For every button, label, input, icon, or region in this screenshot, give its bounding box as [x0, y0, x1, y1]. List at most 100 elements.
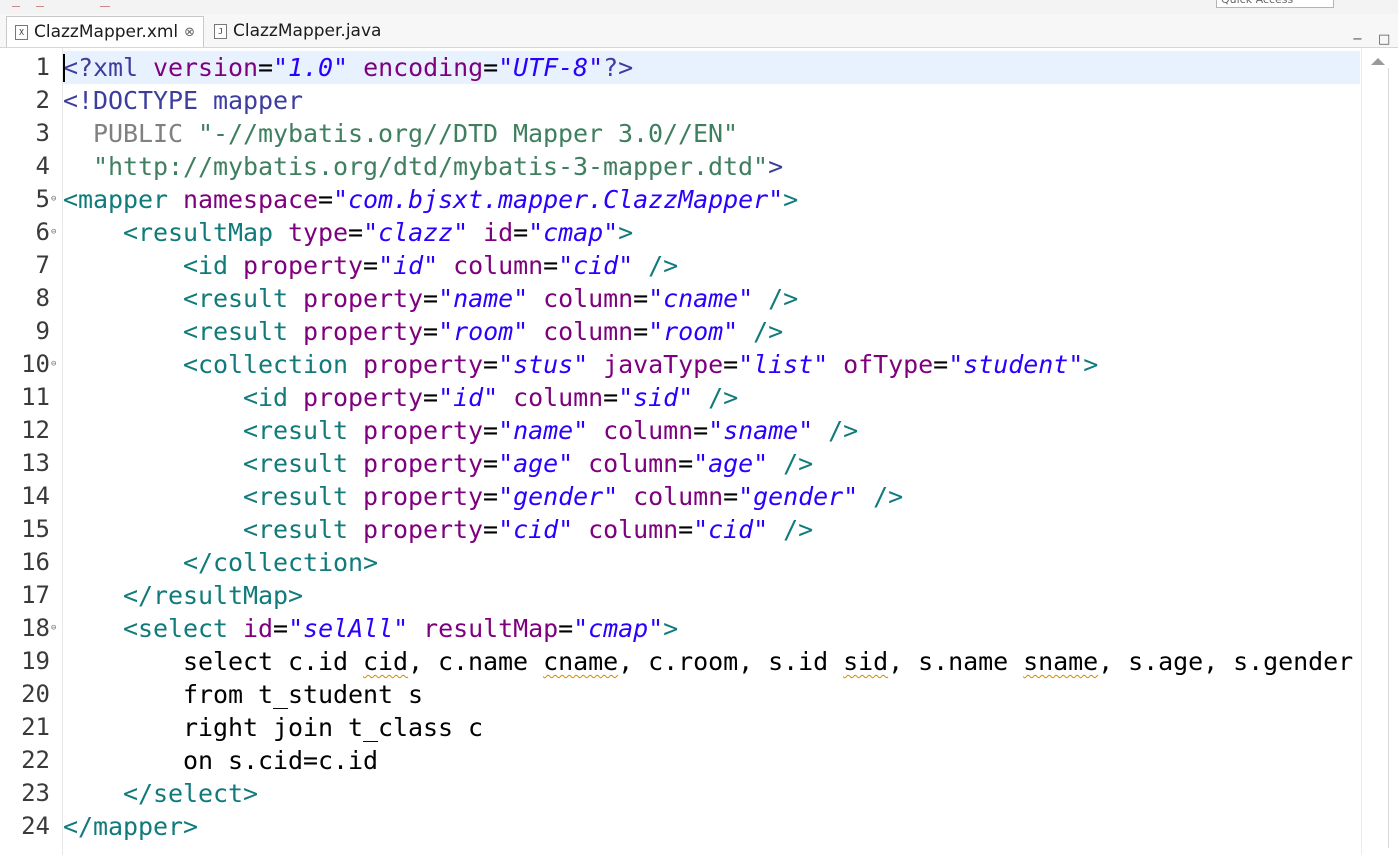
- code-token: <!DOCTYPE: [63, 86, 214, 115]
- code-token: column: [588, 515, 679, 544]
- scrollbar-track[interactable]: [1388, 68, 1389, 848]
- code-line[interactable]: 9 <result property="room" column="room" …: [0, 315, 1360, 348]
- code-line[interactable]: 13 <result property="age" column="age" /…: [0, 447, 1360, 480]
- code-text: "http://mybatis.org/dtd/mybatis-3-mapper…: [63, 150, 783, 183]
- line-number: 1: [35, 53, 50, 81]
- code-line[interactable]: 1 <?xml version="1.0" encoding="UTF-8"?>: [0, 51, 1360, 84]
- code-line[interactable]: 2 <!DOCTYPE mapper: [0, 84, 1360, 117]
- code-line[interactable]: 18 ⊖ <select id="selAll" resultMap="cmap"…: [0, 612, 1360, 645]
- toolbar-icon[interactable]: [100, 0, 110, 7]
- code-line[interactable]: 4 "http://mybatis.org/dtd/mybatis-3-mapp…: [0, 150, 1360, 183]
- code-token: "http://mybatis.org/dtd/mybatis-3-mapper…: [63, 152, 769, 181]
- code-token: >: [618, 218, 634, 247]
- code-line[interactable]: 5 ⊖ <mapper namespace="com.bjsxt.mapper.Cl…: [0, 183, 1360, 216]
- code-line[interactable]: 12 <result property="name" column="sname…: [0, 414, 1360, 447]
- fold-toggle-icon[interactable]: ⊖: [51, 216, 56, 249]
- code-token: =: [318, 185, 334, 214]
- code-line[interactable]: 23 </select>: [0, 777, 1360, 810]
- code-token: type: [288, 218, 349, 247]
- tab-clazzmapper-xml[interactable]: X ClazzMapper.xml ⊗: [6, 16, 204, 47]
- close-icon[interactable]: ⊗: [184, 25, 195, 40]
- code-line[interactable]: 22 on s.cid=c.id: [0, 744, 1360, 777]
- code-token: "id": [438, 383, 499, 412]
- code-line[interactable]: 21 right join t_class c: [0, 711, 1360, 744]
- code-text: <result property="cid" column="cid" />: [63, 513, 813, 546]
- tab-clazzmapper-java[interactable]: J ClazzMapper.java: [206, 16, 386, 46]
- code-token: "id": [378, 251, 439, 280]
- code-token: property: [303, 383, 424, 412]
- code-line[interactable]: 14 <result property="gender" column="gen…: [0, 480, 1360, 513]
- code-token: "cid": [693, 515, 769, 544]
- code-token: >: [783, 185, 799, 214]
- code-token: =: [933, 350, 949, 379]
- code-token: id: [483, 218, 514, 247]
- code-token: "name": [498, 416, 589, 445]
- code-line[interactable]: 24 </mapper>: [0, 810, 1360, 843]
- code-line[interactable]: 8 <result property="name" column="cname"…: [0, 282, 1360, 315]
- fold-toggle-icon[interactable]: ⊖: [51, 183, 56, 216]
- line-number: 16: [21, 548, 50, 576]
- code-token: =: [483, 482, 499, 511]
- code-line[interactable]: 7 <id property="id" column="cid" />: [0, 249, 1360, 282]
- fold-toggle-icon[interactable]: ⊖: [51, 612, 56, 645]
- code-token: property: [363, 515, 484, 544]
- quick-access-input[interactable]: Quick Access: [1216, 0, 1334, 8]
- vertical-scrollbar[interactable]: [1361, 48, 1398, 855]
- code-token: =: [603, 383, 619, 412]
- minimize-icon[interactable]: −: [1352, 32, 1363, 47]
- code-text: <?xml version="1.0" encoding="UTF-8"?>: [63, 51, 633, 84]
- code-token: />: [753, 317, 784, 346]
- code-token: column: [453, 251, 544, 280]
- code-line[interactable]: 16 </collection>: [0, 546, 1360, 579]
- code-text: <select id="selAll" resultMap="cmap">: [63, 612, 678, 645]
- code-token: "stus": [498, 350, 589, 379]
- fold-toggle-icon[interactable]: ⊖: [51, 348, 56, 381]
- code-line[interactable]: 6 ⊖ <resultMap type="clazz" id="cmap">: [0, 216, 1360, 249]
- code-token: , c.room, s.id: [618, 647, 844, 676]
- code-line[interactable]: 10 ⊖ <collection property="stus" javaType…: [0, 348, 1360, 381]
- code-token: "sid": [618, 383, 694, 412]
- code-line[interactable]: 20 from t_student s: [0, 678, 1360, 711]
- line-number: 15: [21, 515, 50, 543]
- code-text: <id property="id" column="sid" />: [63, 381, 738, 414]
- code-token: />: [873, 482, 904, 511]
- code-token: "room": [648, 317, 739, 346]
- tab-label: ClazzMapper.java: [233, 21, 382, 41]
- maximize-icon[interactable]: □: [1378, 32, 1390, 47]
- code-line[interactable]: 11 <id property="id" column="sid" />: [0, 381, 1360, 414]
- code-text: </collection>: [63, 546, 378, 579]
- code-line[interactable]: 15 <result property="cid" column="cid" /…: [0, 513, 1360, 546]
- line-number: 12: [21, 416, 50, 444]
- code-token: "student": [948, 350, 1084, 379]
- code-token: />: [783, 515, 814, 544]
- code-token: property: [243, 251, 364, 280]
- scroll-up-arrow-icon[interactable]: [1371, 58, 1385, 65]
- toolbar-icon[interactable]: [12, 0, 20, 7]
- code-token: "selAll": [288, 614, 409, 643]
- code-token: "room": [438, 317, 529, 346]
- line-number: 22: [21, 746, 50, 774]
- code-token: <resultMap: [123, 218, 289, 247]
- code-line[interactable]: 17 </resultMap>: [0, 579, 1360, 612]
- code-line[interactable]: 19 select c.id cid, c.name cname, c.room…: [0, 645, 1360, 678]
- toolbar-icon[interactable]: [36, 0, 44, 7]
- code-token: =: [348, 218, 364, 247]
- code-token: resultMap: [423, 614, 559, 643]
- code-token: "clazz": [363, 218, 469, 247]
- code-editor[interactable]: 1 <?xml version="1.0" encoding="UTF-8"?> 2…: [0, 48, 1398, 855]
- code-token: id: [243, 614, 274, 643]
- code-line[interactable]: 3 PUBLIC "-//mybatis.org//DTD Mapper 3.0…: [0, 117, 1360, 150]
